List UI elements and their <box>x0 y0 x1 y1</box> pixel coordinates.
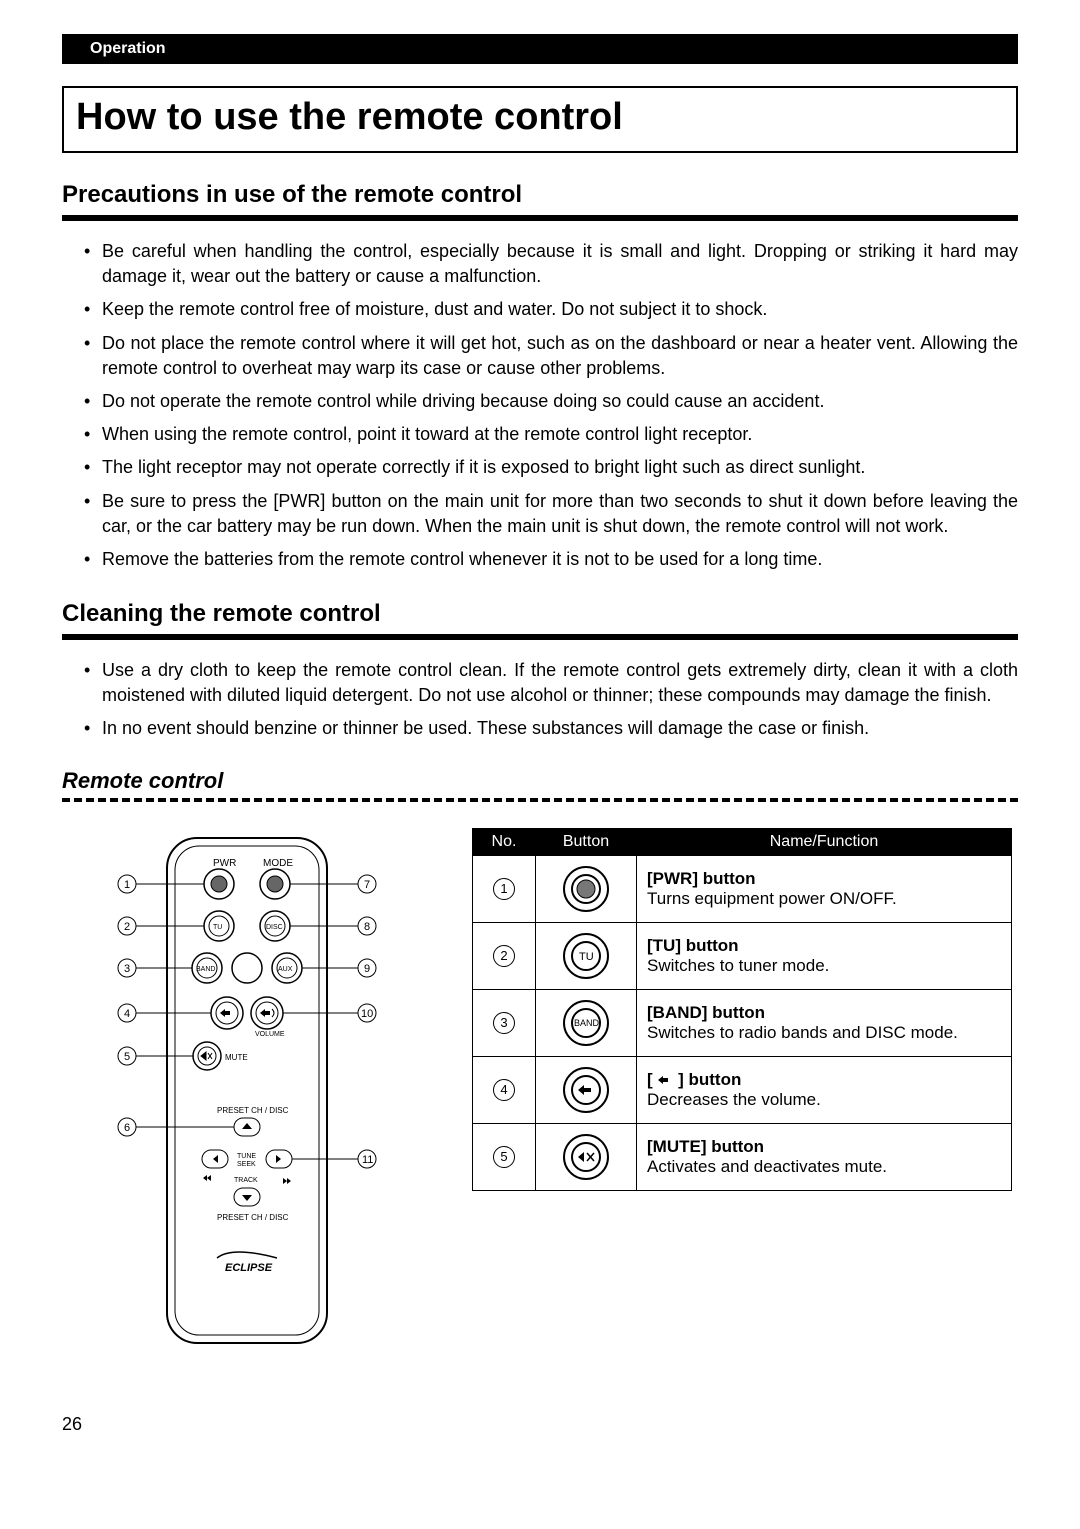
precautions-list: Be careful when handling the control, es… <box>62 239 1018 572</box>
svg-text:BAND: BAND <box>574 1018 600 1028</box>
track-label: TRACK <box>234 1177 258 1184</box>
func-name: [TU] button <box>647 936 739 955</box>
svg-text:8: 8 <box>364 921 370 933</box>
remote-figure: PWR MODE TU DISC BAND <box>62 828 432 1358</box>
svg-text:TU: TU <box>579 951 594 963</box>
table-header-no: No. <box>473 828 536 855</box>
band-button-icon: BAND <box>561 998 611 1048</box>
table-row: 3 BAND [BAND] button Switches to radio b… <box>473 989 1012 1056</box>
svg-text:7: 7 <box>364 879 370 891</box>
svg-text:11: 11 <box>362 1154 373 1166</box>
preset-bottom-label: PRESET CH / DISC <box>217 1213 289 1222</box>
cleaning-heading: Cleaning the remote control <box>62 600 1018 628</box>
rule <box>62 634 1018 640</box>
table-row: 5 [MUTE] button Activates and deactivate… <box>473 1123 1012 1190</box>
function-table: No. Button Name/Function 1 [PWR] button <box>472 828 1012 1191</box>
volume-down-icon <box>657 1073 673 1087</box>
header-section-label: Operation <box>90 40 166 57</box>
svg-text:6: 6 <box>124 1122 130 1134</box>
svg-text:3: 3 <box>124 963 130 975</box>
svg-text:9: 9 <box>364 963 370 975</box>
mute-label: MUTE <box>225 1053 248 1062</box>
header-bar: Operation <box>62 34 1018 64</box>
title-box: How to use the remote control <box>62 86 1018 153</box>
mute-button-icon <box>561 1132 611 1182</box>
table-header-button: Button <box>536 828 637 855</box>
func-desc: Switches to tuner mode. <box>647 956 829 975</box>
row-number: 5 <box>493 1146 515 1168</box>
table-row: 4 [ ] button Decreases the volume. <box>473 1056 1012 1123</box>
list-item: Do not operate the remote control while … <box>84 389 1018 414</box>
row-number: 3 <box>493 1012 515 1034</box>
tune-label: TUNE <box>237 1153 256 1160</box>
precautions-heading: Precautions in use of the remote control <box>62 181 1018 209</box>
func-desc: Decreases the volume. <box>647 1090 821 1109</box>
func-name: [PWR] button <box>647 869 756 888</box>
func-desc: Turns equipment power ON/OFF. <box>647 889 897 908</box>
disc-label: DISC <box>266 924 283 931</box>
tu-button-icon: TU <box>561 931 611 981</box>
row-number: 4 <box>493 1079 515 1101</box>
pwr-label: PWR <box>213 858 236 869</box>
page-title: How to use the remote control <box>76 96 1004 139</box>
dashed-rule <box>62 798 1018 802</box>
svg-text:4: 4 <box>124 1008 130 1020</box>
aux-label: AUX <box>278 966 293 973</box>
remote-subheading: Remote control <box>62 768 1018 794</box>
brand-label: ECLIPSE <box>225 1262 273 1274</box>
pwr-button-icon <box>561 864 611 914</box>
list-item: When using the remote control, point it … <box>84 422 1018 447</box>
tu-label: TU <box>213 924 222 931</box>
voldown-button-icon <box>561 1065 611 1115</box>
rule <box>62 215 1018 221</box>
list-item: The light receptor may not operate corre… <box>84 455 1018 480</box>
table-row: 2 TU [TU] button Switches to tuner mode. <box>473 922 1012 989</box>
func-desc: Activates and deactivates mute. <box>647 1157 887 1176</box>
seek-label: SEEK <box>237 1161 256 1168</box>
preset-top-label: PRESET CH / DISC <box>217 1106 289 1115</box>
list-item: Remove the batteries from the remote con… <box>84 547 1018 572</box>
list-item: Be sure to press the [PWR] button on the… <box>84 489 1018 539</box>
volume-label: VOLUME <box>255 1031 285 1038</box>
row-number: 2 <box>493 945 515 967</box>
svg-text:5: 5 <box>124 1051 130 1063</box>
cleaning-list: Use a dry cloth to keep the remote contr… <box>62 658 1018 742</box>
svg-text:1: 1 <box>124 879 130 891</box>
band-label: BAND <box>196 966 215 973</box>
row-number: 1 <box>493 878 515 900</box>
svg-text:2: 2 <box>124 921 130 933</box>
list-item: Keep the remote control free of moisture… <box>84 297 1018 322</box>
list-item: Do not place the remote control where it… <box>84 331 1018 381</box>
table-row: 1 [PWR] button Turns equipment power ON/… <box>473 855 1012 922</box>
func-name: [BAND] button <box>647 1003 765 1022</box>
func-desc: Switches to radio bands and DISC mode. <box>647 1023 958 1042</box>
list-item: Use a dry cloth to keep the remote contr… <box>84 658 1018 708</box>
list-item: Be careful when handling the control, es… <box>84 239 1018 289</box>
func-name: [ ] button <box>647 1070 741 1089</box>
list-item: In no event should benzine or thinner be… <box>84 716 1018 741</box>
mode-label: MODE <box>263 858 293 869</box>
func-name: [MUTE] button <box>647 1137 764 1156</box>
svg-text:10: 10 <box>361 1008 373 1020</box>
table-header-name: Name/Function <box>637 828 1012 855</box>
page-number: 26 <box>62 1414 1018 1435</box>
